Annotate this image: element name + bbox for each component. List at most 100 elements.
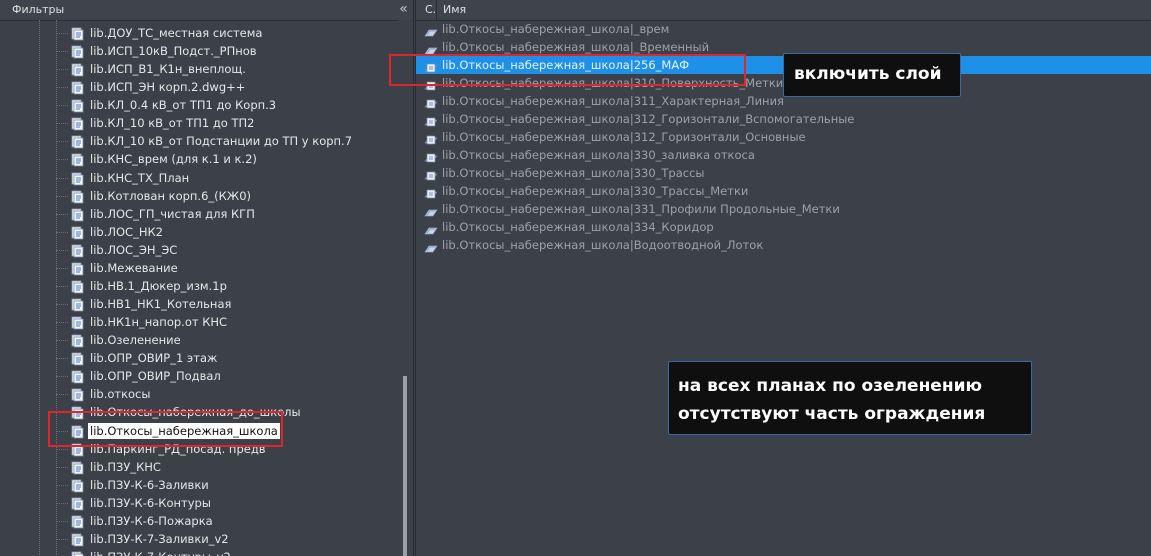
- xref-filter-icon: [70, 351, 84, 366]
- filter-tree-item-label: lib.НК1н_напор.от КНС: [90, 315, 228, 330]
- filter-tree-item[interactable]: lib.ЛОС_ЭН_ЭС: [0, 241, 396, 259]
- filter-tree-item[interactable]: lib.ИСП_ЭН корп.2.dwg++: [0, 78, 396, 96]
- xref-filter-icon: [70, 460, 84, 475]
- filter-tree-item[interactable]: lib.Котлован корп.6_(КЖ0): [0, 187, 396, 205]
- layer-off-icon[interactable]: [424, 167, 438, 181]
- filter-tree-item-label: lib.ПЗУ-К-6-Контуры: [90, 495, 211, 510]
- filter-tree-item[interactable]: lib.Озеленение: [0, 331, 396, 349]
- filter-tree-item-label: lib.Межевание: [90, 260, 178, 275]
- filter-tree-item[interactable]: lib.ОПР_ОВИР_1 этаж: [0, 349, 396, 367]
- filter-tree-item[interactable]: lib.ПЗУ-К-6-Пожарка: [0, 512, 396, 530]
- tree-connector: [56, 123, 68, 125]
- layer-row[interactable]: lib.Откосы_набережная_школа|Водоотводной…: [416, 236, 1151, 254]
- filter-tree-item[interactable]: lib.КЛ_10 кВ_от Подстанции до ТП у корп.…: [0, 132, 396, 150]
- xref-filter-icon: [70, 478, 84, 493]
- filter-tree-item[interactable]: lib.ДОУ_ТС_местная система: [0, 24, 396, 42]
- tree-connector: [56, 141, 68, 143]
- layer-off-icon[interactable]: [424, 131, 438, 145]
- filter-tree-item[interactable]: lib.откосы: [0, 385, 396, 403]
- filter-tree-item[interactable]: lib.КЛ_10 кВ_от ТП1 до ТП2: [0, 114, 396, 132]
- tree-connector: [56, 69, 68, 71]
- layer-row[interactable]: lib.Откосы_набережная_школа|330_Трассы: [416, 164, 1151, 182]
- layer-row[interactable]: lib.Откосы_набережная_школа|312_Горизонт…: [416, 128, 1151, 146]
- layer-icon[interactable]: [424, 203, 438, 217]
- layer-icon[interactable]: [424, 239, 438, 253]
- layer-name: lib.Откосы_набережная_школа|312_Горизонт…: [442, 112, 855, 126]
- layers-header: С. Имя: [416, 0, 1151, 21]
- layer-off-icon[interactable]: [424, 95, 438, 109]
- filter-tree-item[interactable]: lib.ПЗУ-К-6-Контуры: [0, 494, 396, 512]
- layer-row[interactable]: lib.Откосы_набережная_школа|312_Горизонт…: [416, 110, 1151, 128]
- xref-filter-icon: [70, 243, 84, 258]
- xref-filter-icon: [70, 496, 84, 511]
- tree-connector: [56, 51, 68, 53]
- tree-connector: [56, 448, 68, 450]
- tree-connector: [56, 213, 68, 215]
- layer-row[interactable]: lib.Откосы_набережная_школа|_врем: [416, 20, 1151, 38]
- layer-icon[interactable]: [424, 23, 438, 37]
- filter-tree-item[interactable]: lib.ПЗУ-К-6-Заливки: [0, 476, 396, 494]
- filter-tree-item[interactable]: lib.КЛ_0.4 кВ_от ТП1 до Корп.3: [0, 96, 396, 114]
- column-name-header[interactable]: Имя: [443, 3, 466, 16]
- xref-filter-icon: [70, 261, 84, 276]
- filter-tree-item-label: lib.ОПР_ОВИР_Подвал: [90, 369, 221, 384]
- filter-tree-item[interactable]: lib.ЛОС_НК2: [0, 223, 396, 241]
- layer-icon[interactable]: [424, 221, 438, 235]
- filter-tree-item-label: lib.ОПР_ОВИР_1 этаж: [90, 351, 218, 366]
- xref-filter-icon: [70, 152, 84, 167]
- layer-row[interactable]: lib.Откосы_набережная_школа|330_Трассы_М…: [416, 182, 1151, 200]
- filter-tree-item[interactable]: lib.Межевание: [0, 259, 396, 277]
- filter-tree-item[interactable]: lib.КНС_врем (для к.1 и к.2): [0, 150, 396, 168]
- layer-name: lib.Откосы_набережная_школа|_врем: [442, 22, 670, 36]
- layer-name: lib.Откосы_набережная_школа|312_Горизонт…: [442, 130, 806, 144]
- filter-tree-item-label: lib.ПЗУ-К-7-Контуры_v2: [90, 549, 231, 556]
- layer-off-icon[interactable]: [424, 185, 438, 199]
- xref-filter-icon: [70, 207, 84, 222]
- filter-tree-item-label: lib.НВ.1_Дюкер_изм.1р: [90, 278, 227, 293]
- filter-tree-item[interactable]: lib.ПЗУ_КНС: [0, 458, 396, 476]
- tree-connector: [56, 249, 68, 251]
- tree-connector: [56, 340, 68, 342]
- filters-scrollbar[interactable]: [398, 20, 412, 556]
- filter-tree-item-label: lib.ПЗУ_КНС: [90, 459, 161, 474]
- layer-row[interactable]: lib.Откосы_набережная_школа|330_заливка …: [416, 146, 1151, 164]
- annotation-enable-layer-text: включить слой: [794, 64, 942, 84]
- filter-tree-item[interactable]: lib.НВ.1_Дюкер_изм.1р: [0, 277, 396, 295]
- annotation-missing-line1: на всех планах по озеленению: [678, 376, 983, 396]
- filters-scrollbar-thumb[interactable]: [403, 376, 407, 556]
- filter-tree-item[interactable]: lib.ПЗУ-К-7-Заливки_v2: [0, 530, 396, 548]
- layer-row[interactable]: lib.Откосы_набережная_школа|334_Коридор: [416, 218, 1151, 236]
- tree-connector: [56, 358, 68, 360]
- xref-filter-icon: [70, 333, 84, 348]
- layer-name: lib.Откосы_набережная_школа|334_Коридор: [442, 220, 714, 234]
- filter-tree-item[interactable]: lib.НК1н_напор.от КНС: [0, 313, 396, 331]
- filter-tree-item[interactable]: lib.ПЗУ-К-7-Контуры_v2: [0, 548, 396, 556]
- xref-filter-icon: [70, 315, 84, 330]
- layer-off-icon[interactable]: [424, 149, 438, 163]
- tree-connector: [56, 520, 68, 522]
- layer-off-icon[interactable]: [424, 113, 438, 127]
- filters-panel: Фильтры « lib.ДОУ_ТС_местная система lib.…: [0, 0, 414, 556]
- xref-filter-icon: [70, 514, 84, 529]
- filter-tree-item-label: lib.ПЗУ-К-7-Заливки_v2: [90, 531, 229, 546]
- column-status-header[interactable]: С.: [425, 3, 436, 16]
- collapse-panel-icon[interactable]: «: [396, 1, 411, 18]
- annotation-enable-layer: включить слой: [783, 53, 961, 97]
- filter-tree-item[interactable]: lib.ОПР_ОВИР_Подвал: [0, 367, 396, 385]
- filter-tree-item-label: lib.ЛОС_ГП_чистая для КГП: [90, 206, 255, 221]
- filter-tree-item-label: lib.ИСП_ЭН корп.2.dwg++: [90, 80, 246, 95]
- filter-tree-item[interactable]: lib.ИСП_В1_К1н_внеплощ.: [0, 60, 396, 78]
- column-divider[interactable]: [436, 0, 437, 20]
- tree-connector: [56, 502, 68, 504]
- tree-connector: [56, 322, 68, 324]
- filter-tree-item[interactable]: lib.ЛОС_ГП_чистая для КГП: [0, 205, 396, 223]
- layer-name: lib.Откосы_набережная_школа|331_Профили …: [442, 202, 840, 216]
- xref-filter-icon: [70, 225, 84, 240]
- filter-tree-item[interactable]: lib.КНС_ТХ_План: [0, 169, 396, 187]
- filter-tree-item[interactable]: lib.ИСП_10кВ_Подст._РПнов: [0, 42, 396, 60]
- tree-connector: [56, 376, 68, 378]
- layer-row[interactable]: lib.Откосы_набережная_школа|331_Профили …: [416, 200, 1151, 218]
- layer-icon[interactable]: [424, 41, 438, 55]
- filter-tree-item[interactable]: lib.НВ1_НК1_Котельная: [0, 295, 396, 313]
- xref-filter-icon: [70, 26, 84, 41]
